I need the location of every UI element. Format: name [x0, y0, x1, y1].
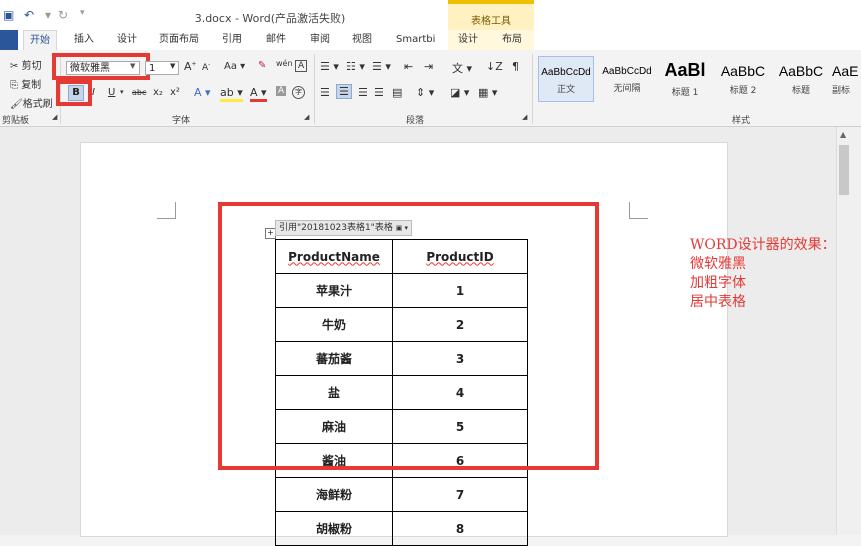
style-heading-2[interactable]: AaBbC 标题 2 [716, 56, 770, 102]
tab-table-layout[interactable]: 布局 [502, 33, 522, 47]
copy-button[interactable]: ⎘ 复制 [10, 76, 41, 91]
divider [314, 54, 315, 124]
brush-icon: 🖌 [10, 99, 23, 110]
highlight-font-name [52, 53, 150, 80]
copy-icon: ⎘ [10, 80, 18, 91]
tab-insert[interactable]: 插入 [74, 33, 94, 47]
table-row: 海鲜粉 7 [275, 477, 528, 512]
clipboard-launcher-icon[interactable]: ◢ [52, 113, 57, 121]
highlight-bold [56, 80, 92, 106]
text-effects-icon[interactable]: A ▾ [194, 86, 211, 99]
paragraph-launcher-icon[interactable]: ◢ [522, 113, 527, 121]
cell-productid[interactable]: 8 [392, 511, 528, 546]
divider [532, 54, 533, 124]
shading-icon[interactable]: ◪ ▾ [450, 86, 469, 99]
line-spacing-icon[interactable]: ⇕ ▾ [416, 86, 434, 99]
tab-home[interactable]: 开始 [23, 30, 57, 51]
char-shading-icon[interactable]: A [276, 86, 287, 96]
font-launcher-icon[interactable]: ◢ [304, 113, 309, 121]
bullets-icon[interactable]: ☰ ▾ [320, 60, 339, 73]
table-row: 胡椒粉 8 [275, 511, 528, 546]
change-case-button[interactable]: Aa ▾ [224, 61, 245, 72]
numbering-icon[interactable]: ☷ ▾ [346, 60, 365, 73]
tab-mailings[interactable]: 邮件 [266, 33, 286, 47]
annotation-text: WORD设计器的效果： 微软雅黑 加粗字体 居中表格 [690, 237, 836, 310]
style-no-spacing[interactable]: AaBbCcDd 无间隔 [598, 56, 656, 102]
font-color-icon[interactable]: A ▾ [250, 86, 267, 102]
cell-productname[interactable]: 海鲜粉 [275, 477, 393, 512]
cell-productid[interactable]: 7 [392, 477, 528, 512]
decrease-indent-icon[interactable]: ⇤ [404, 60, 413, 73]
font-group-label: 字体 [172, 116, 191, 126]
tab-references[interactable]: 引用 [222, 33, 242, 47]
align-right-icon[interactable]: ☰ [358, 86, 368, 99]
distributed-icon[interactable]: ▤ [392, 86, 402, 99]
clipboard-group-label: 剪贴板 [2, 116, 30, 126]
borders-icon[interactable]: ▦ ▾ [478, 86, 497, 99]
style-normal[interactable]: AaBbCcDd 正文 [538, 56, 594, 102]
style-heading-1[interactable]: AaBl 标题 1 [658, 56, 712, 102]
tab-file[interactable] [0, 30, 18, 50]
style-title[interactable]: AaBbC 标题 [774, 56, 828, 102]
align-center-icon[interactable]: ☰ [336, 84, 352, 99]
highlight-color-icon[interactable]: ab ▾ [220, 86, 243, 102]
justify-icon[interactable]: ☰ [374, 86, 384, 99]
table-tools-title: 表格工具 [471, 16, 511, 27]
superscript-button[interactable]: x² [170, 87, 180, 98]
margin-corner-mark [157, 202, 176, 219]
margin-corner-mark [629, 202, 648, 219]
align-left-icon[interactable]: ☰ [320, 86, 330, 99]
chevron-down-icon[interactable]: ▼ [170, 62, 175, 70]
italic-button[interactable]: I [92, 87, 95, 98]
tab-table-design[interactable]: 设计 [458, 33, 478, 47]
styles-group-label: 样式 [732, 116, 751, 126]
cut-button[interactable]: ✂ 剪切 [10, 57, 42, 72]
grow-font-icon[interactable]: A+ [184, 60, 197, 73]
underline-button[interactable]: U [108, 87, 115, 98]
style-subtitle[interactable]: AaE 副标 [832, 56, 861, 102]
increase-indent-icon[interactable]: ⇥ [424, 60, 433, 73]
chinese-layout-icon[interactable]: 文 ▾ [452, 60, 472, 76]
phonetic-guide-button[interactable]: wén [276, 59, 293, 68]
tab-page-layout[interactable]: 页面布局 [159, 33, 199, 47]
scroll-up-icon[interactable]: ▲ [840, 130, 846, 139]
shrink-font-icon[interactable]: A- [202, 61, 210, 73]
sort-icon[interactable]: ↓Z [486, 60, 503, 73]
tab-smartbi[interactable]: Smartbi [396, 33, 435, 47]
paragraph-group-label: 段落 [406, 116, 425, 126]
tab-design[interactable]: 设计 [117, 33, 137, 47]
scissors-icon: ✂ [10, 61, 19, 72]
tab-view[interactable]: 视图 [352, 33, 372, 47]
scroll-thumb[interactable] [839, 145, 849, 195]
format-painter-button[interactable]: 🖌格式刷 [10, 95, 53, 110]
enclose-char-icon[interactable]: 字 [292, 86, 305, 99]
strikethrough-button[interactable]: abc [132, 88, 146, 97]
show-marks-icon[interactable]: ¶ [512, 60, 519, 73]
chevron-down-icon[interactable]: ▾ [120, 88, 124, 96]
cell-productname[interactable]: 胡椒粉 [275, 511, 393, 546]
tab-review[interactable]: 审阅 [310, 33, 330, 47]
clear-format-icon[interactable]: ✎ [258, 60, 266, 71]
subscript-button[interactable]: x₂ [153, 87, 163, 98]
multilevel-list-icon[interactable]: ☰ ▾ [372, 60, 391, 73]
char-border-icon[interactable]: A [295, 60, 308, 72]
highlight-table [218, 202, 599, 470]
